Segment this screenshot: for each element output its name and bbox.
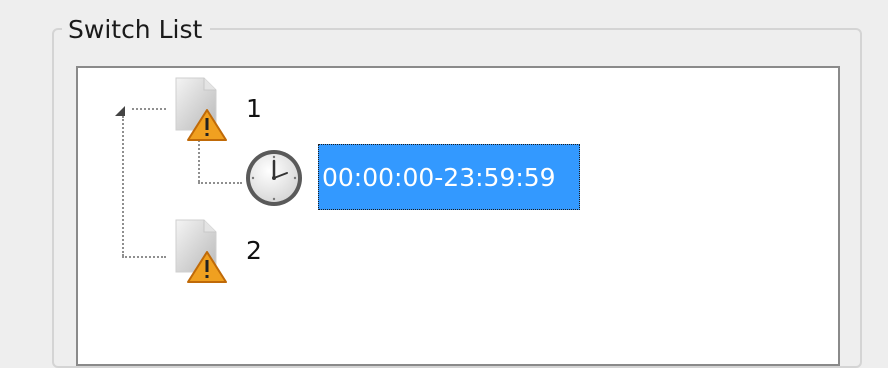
document-warning-icon bbox=[170, 74, 228, 142]
tree-node-time-range-label[interactable]: 00:00:00-23:59:59 bbox=[318, 144, 580, 210]
tree-connector bbox=[198, 182, 242, 184]
tree-connector bbox=[122, 116, 124, 256]
switch-list-title: Switch List bbox=[62, 12, 211, 48]
tree-node-2-label[interactable]: 2 bbox=[246, 236, 262, 266]
tree-connector bbox=[132, 108, 166, 110]
tree-node-1-label[interactable]: 1 bbox=[246, 94, 262, 124]
tree-connector bbox=[122, 256, 166, 258]
document-warning-icon bbox=[170, 216, 228, 284]
clock-icon bbox=[242, 146, 306, 210]
collapse-toggle-icon[interactable] bbox=[114, 102, 126, 116]
tree-connector bbox=[198, 140, 200, 182]
